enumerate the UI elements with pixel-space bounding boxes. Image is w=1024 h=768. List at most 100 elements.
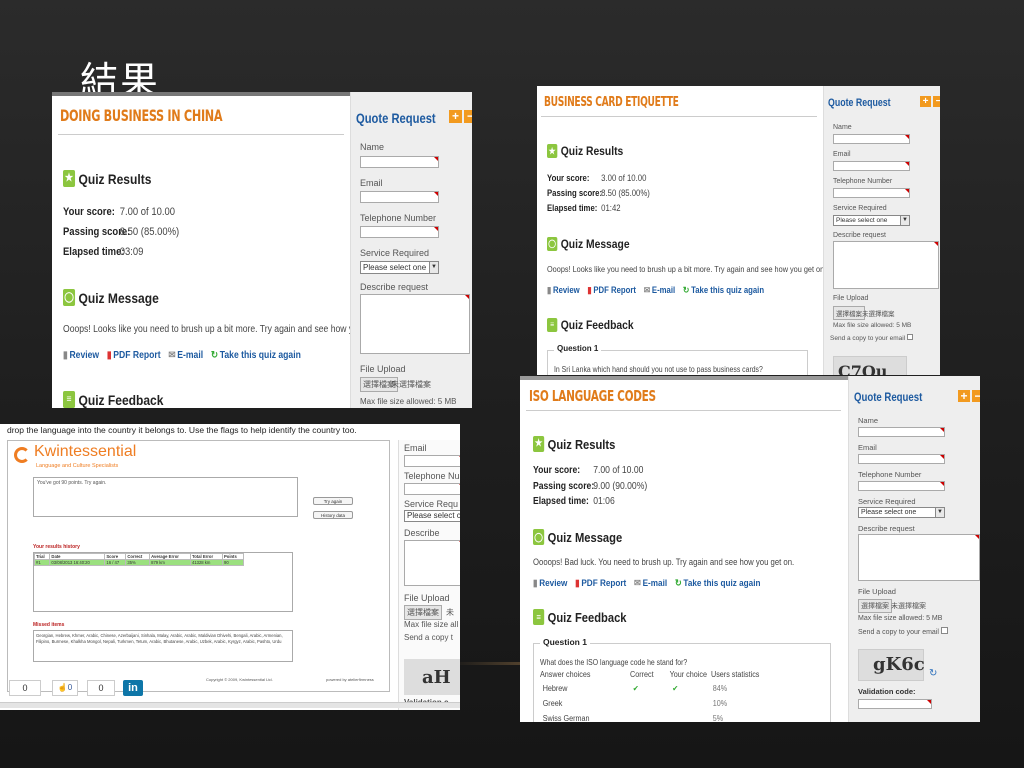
result-links: ▮ Review ▮ PDF Report ✉ E-mail ↻ Take this q… (63, 350, 301, 361)
col-users-statistics: Users statistics (711, 670, 760, 679)
pdf-report-link[interactable]: ▮ PDF Report (575, 578, 626, 589)
review-link[interactable]: ▮ Review (547, 285, 580, 296)
elapsed-row: Elapsed time: 01:42 (547, 203, 621, 213)
email-label: Email (404, 443, 427, 453)
answer-stat: 5% (712, 714, 724, 722)
col-your-choice: Your choice (669, 670, 707, 679)
phone-field[interactable] (404, 483, 460, 495)
choose-file-button[interactable]: 選擇檔案 (833, 306, 865, 320)
history-cell: 41328 km (189, 559, 223, 566)
plus-icon[interactable]: + (958, 390, 970, 402)
review-link[interactable]: ▮ Review (533, 578, 567, 589)
elapsed-label: Elapsed time: (63, 246, 125, 258)
passing-value: 8.50 (85.00%) (601, 188, 650, 198)
screenshot-language-game: drop the language into the country it be… (0, 424, 460, 710)
describe-textarea[interactable] (404, 540, 460, 586)
email-link[interactable]: ✉ E-mail (644, 285, 675, 296)
choose-file-button[interactable]: 選擇檔案 (858, 599, 892, 613)
retake-link[interactable]: ↻ Take this quiz again (211, 350, 301, 361)
plus-icon[interactable]: + (920, 96, 931, 107)
name-field[interactable] (858, 427, 945, 437)
history-data-button[interactable]: History data (313, 511, 353, 519)
expand-collapse-controls: + − (958, 390, 980, 402)
quiz-message-label: Quiz Message (78, 289, 159, 306)
quiz-feedback-heading: ≡ Quiz Feedback (533, 609, 627, 625)
refresh-captcha-icon[interactable]: ↻ (929, 668, 937, 679)
horizontal-scrollbar[interactable] (0, 702, 460, 708)
try-again-button[interactable]: Try again (313, 497, 353, 505)
service-select[interactable]: Please select c (404, 510, 460, 522)
name-label: Name (833, 124, 852, 131)
captcha-image: C7Ou (833, 356, 907, 375)
feedback-icon: ≡ (547, 318, 558, 332)
minus-icon[interactable]: − (972, 390, 980, 402)
name-field[interactable] (360, 156, 439, 168)
name-field[interactable] (833, 134, 910, 144)
pdf-report-link[interactable]: ▮ PDF Report (107, 350, 161, 361)
speech-bubble-icon: ◯ (533, 529, 545, 545)
chevron-down-icon: ▼ (935, 508, 944, 517)
review-link[interactable]: ▮ Review (63, 350, 99, 361)
answer-row: Greek 10% (540, 696, 759, 711)
max-size-text: Max file size all (404, 620, 459, 629)
phone-label: Telephone Number (360, 213, 437, 223)
service-select[interactable]: Please select one ▼ (833, 215, 910, 226)
max-size-text: Max file size allowed: 5 MB (858, 615, 943, 622)
passing-row: Passing score: 9.00 (90.00%) (533, 481, 647, 492)
captcha-image: gK6c (858, 649, 925, 681)
quiz-message-heading: ◯ Quiz Message (533, 529, 622, 545)
retake-label: Take this quiz again (691, 285, 765, 295)
email-field[interactable] (404, 455, 460, 467)
describe-textarea[interactable] (360, 294, 470, 354)
history-cell: 879 km (149, 559, 191, 566)
quote-title: Quote Request (828, 97, 891, 109)
phone-label: Telephone Number (833, 178, 893, 185)
email-field[interactable] (833, 161, 910, 171)
like-counter[interactable]: ☝0 (52, 680, 78, 696)
pdf-icon: ▮ (587, 285, 592, 295)
elapsed-label: Elapsed time: (547, 203, 598, 213)
service-label: Service Required (858, 497, 916, 506)
answer-choice: Hebrew (542, 684, 568, 693)
pdf-report-link[interactable]: ▮ PDF Report (587, 285, 636, 296)
plus-icon[interactable]: + (449, 110, 462, 123)
minus-icon[interactable]: − (464, 110, 472, 123)
email-link[interactable]: ✉ E-mail (168, 350, 203, 361)
retake-link[interactable]: ↻ Take this quiz again (675, 578, 761, 589)
retake-label: Take this quiz again (683, 578, 761, 589)
email-field[interactable] (360, 191, 439, 203)
validation-field[interactable] (858, 699, 932, 709)
describe-textarea[interactable] (858, 534, 980, 581)
describe-textarea[interactable] (833, 241, 939, 289)
describe-label: Describe request (858, 524, 915, 533)
phone-field[interactable] (833, 188, 910, 198)
history-cell: 35% (125, 559, 151, 566)
send-copy-label: Send a copy t (404, 633, 453, 642)
email-field[interactable] (858, 454, 945, 464)
phone-field[interactable] (360, 226, 439, 238)
star-icon: ★ (63, 170, 76, 187)
retake-link[interactable]: ↻ Take this quiz again (683, 285, 764, 296)
service-select[interactable]: Please select one ▼ (858, 507, 945, 518)
linkedin-icon[interactable]: in (123, 680, 143, 696)
result-box: You've got 90 points. Try again. (33, 477, 298, 517)
retake-label: Take this quiz again (219, 350, 301, 361)
name-label: Name (858, 416, 879, 425)
send-copy-checkbox[interactable] (906, 334, 913, 340)
quiz-results-label: Quiz Results (78, 170, 152, 187)
quiz-feedback-label: Quiz Feedback (547, 609, 627, 625)
answer-yours (670, 711, 711, 722)
game-instruction: drop the language into the country it be… (7, 425, 357, 435)
describe-label: Describe request (360, 282, 429, 292)
history-cell: 16 / 47 (104, 559, 127, 566)
passing-value: 8.50 (85.00%) (119, 226, 180, 238)
answer-choice: Greek (542, 699, 563, 708)
phone-field[interactable] (858, 481, 945, 491)
trash-icon: ▮ (63, 350, 68, 361)
refresh-icon: ↻ (674, 578, 682, 589)
minus-icon[interactable]: − (933, 96, 940, 107)
email-link[interactable]: ✉ E-mail (634, 578, 667, 589)
choose-file-button[interactable]: 選擇檔案 (404, 605, 442, 620)
service-select[interactable]: Please select one ▼ (360, 261, 439, 274)
send-copy-checkbox[interactable] (940, 627, 948, 634)
